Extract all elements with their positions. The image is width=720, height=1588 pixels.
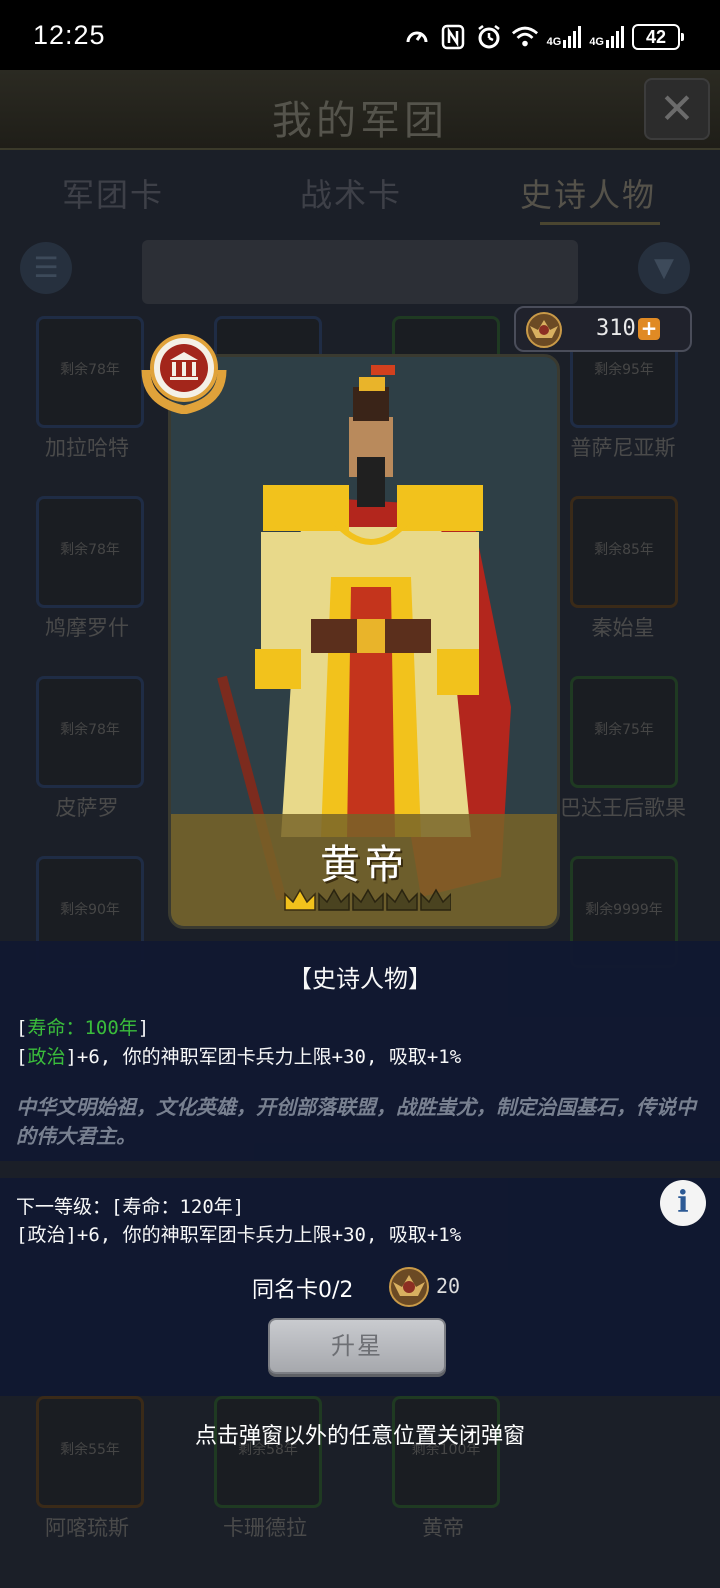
hero-description: 中华文明始祖，文化英雄，开创部落联盟，战胜蚩尤，制定治国基石，传说中的伟大君主。: [16, 1095, 696, 1148]
close-hint: 点击弹窗以外的任意位置关闭弹窗: [194, 1424, 525, 1449]
next-level-line: 下一等级：[寿命：120年]: [16, 1196, 245, 1218]
character-card[interactable]: 剩余85年: [570, 496, 678, 608]
crown-empty-icon: [420, 888, 451, 911]
card-name: 鸠摩罗什: [45, 616, 129, 640]
category-title: 【史诗人物】: [288, 965, 432, 993]
tab-epic-characters[interactable]: 史诗人物: [520, 170, 656, 216]
add-currency-button[interactable]: +: [638, 318, 660, 340]
politics-label: 政治: [27, 1046, 66, 1068]
upgrade-star-button[interactable]: 升星: [268, 1318, 446, 1374]
status-icons: 4G 4G 42: [403, 20, 684, 54]
card-remaining: 剩余85年: [594, 542, 654, 558]
character-card[interactable]: 剩余100年: [392, 1396, 500, 1508]
wifi-icon: [511, 23, 539, 51]
info-icon[interactable]: i: [660, 1180, 706, 1226]
upgrade-cost: 20: [436, 1274, 461, 1298]
temple-badge-icon: [141, 334, 227, 414]
signal-bars-icon: [563, 26, 582, 48]
nfc-icon: [439, 23, 467, 51]
card-name: 秦始皇: [591, 616, 655, 640]
card-remaining: 剩余78年: [60, 722, 120, 738]
hero-name: 黄帝: [320, 842, 408, 888]
card-name: 阿喀琉斯: [45, 1516, 129, 1540]
card-name: 皮萨罗: [55, 796, 119, 820]
battery-icon: 42: [632, 24, 684, 50]
crown-empty-icon: [352, 888, 384, 911]
signal-2: 4G: [589, 26, 624, 48]
signal-bars-icon: [606, 26, 624, 48]
status-bar: 12:25 4G 4G 42: [0, 0, 720, 70]
next-level-effect: [政治]+6, 你的神职军团卡兵力上限+30, 吸取+1%: [16, 1224, 462, 1246]
card-name: 加拉哈特: [45, 436, 129, 460]
close-icon[interactable]: ✕: [644, 78, 710, 140]
lifespan-line: [寿命：100年]: [16, 1013, 149, 1040]
card-remaining: 剩余78年: [60, 362, 120, 378]
card-name: 普萨尼亚斯: [570, 436, 676, 460]
duplicate-count: 同名卡0/2: [252, 1278, 354, 1303]
card-remaining: 剩余78年: [60, 542, 120, 558]
eagle-emblem-icon: [526, 312, 562, 348]
network-type-1: 4G: [546, 36, 562, 48]
character-card[interactable]: 剩余78年: [36, 676, 144, 788]
filter-icon[interactable]: ▼: [638, 242, 690, 294]
card-remaining: 剩余95年: [594, 362, 654, 378]
card-name: 黄帝: [422, 1516, 464, 1540]
search-input[interactable]: [142, 240, 578, 304]
network-type-2: 4G: [589, 36, 604, 48]
tab-bar: 军团卡 战术卡 史诗人物: [0, 160, 720, 230]
card-name: 卡珊德拉: [223, 1516, 307, 1540]
politics-effect: ]+6, 你的神职军团卡兵力上限+30, 吸取+1%: [65, 1046, 462, 1068]
character-card[interactable]: 剩余78年: [36, 496, 144, 608]
character-card[interactable]: 剩余75年: [570, 676, 678, 788]
currency-value: 310: [596, 316, 636, 341]
hero-name-band: 黄帝: [171, 814, 557, 926]
crown-empty-icon: [386, 888, 418, 911]
character-card[interactable]: 剩余78年: [36, 316, 144, 428]
bracket: [: [16, 1017, 28, 1039]
alarm-icon: [475, 23, 503, 51]
duplicate-card-row: 同名卡0/2 20: [0, 1264, 720, 1308]
active-tab-indicator: [540, 222, 660, 225]
eagle-emblem-icon: [389, 1267, 429, 1307]
info-panel: 【史诗人物】 [寿命：100年] [政治]+6, 你的神职军团卡兵力上限+30,…: [0, 941, 720, 1161]
list-icon[interactable]: ☰: [20, 242, 72, 294]
battery-level: 42: [645, 26, 667, 47]
tab-tactic-cards[interactable]: 战术卡: [300, 170, 402, 216]
card-remaining: 剩余90年: [60, 902, 120, 918]
speed-icon: [403, 23, 431, 51]
page-title: 我的军团: [272, 98, 448, 144]
hero-card: 黄帝: [168, 354, 560, 929]
crown-empty-icon: [318, 888, 350, 911]
tab-legion-cards[interactable]: 军团卡: [62, 170, 164, 216]
bracket: ]: [137, 1017, 150, 1039]
star-rating-crowns: [284, 888, 451, 911]
character-card[interactable]: 剩余58年: [214, 1396, 322, 1508]
crown-filled-icon: [284, 888, 316, 911]
card-name: 巴达王后歌果: [560, 796, 686, 820]
card-remaining: 剩余75年: [594, 722, 654, 738]
card-remaining: 剩余9999年: [585, 902, 663, 918]
currency-pill: 310: [514, 306, 692, 352]
bracket: [: [16, 1046, 28, 1068]
lifespan-value: 寿命：100年: [27, 1017, 138, 1039]
character-card[interactable]: 剩余55年: [36, 1396, 144, 1508]
signal-1: 4G: [547, 26, 582, 48]
header-bar: 我的军团 ✕: [0, 70, 720, 150]
status-time: 12:25: [33, 20, 106, 50]
politics-line: [政治]+6, 你的神职军团卡兵力上限+30, 吸取+1%: [16, 1042, 461, 1069]
